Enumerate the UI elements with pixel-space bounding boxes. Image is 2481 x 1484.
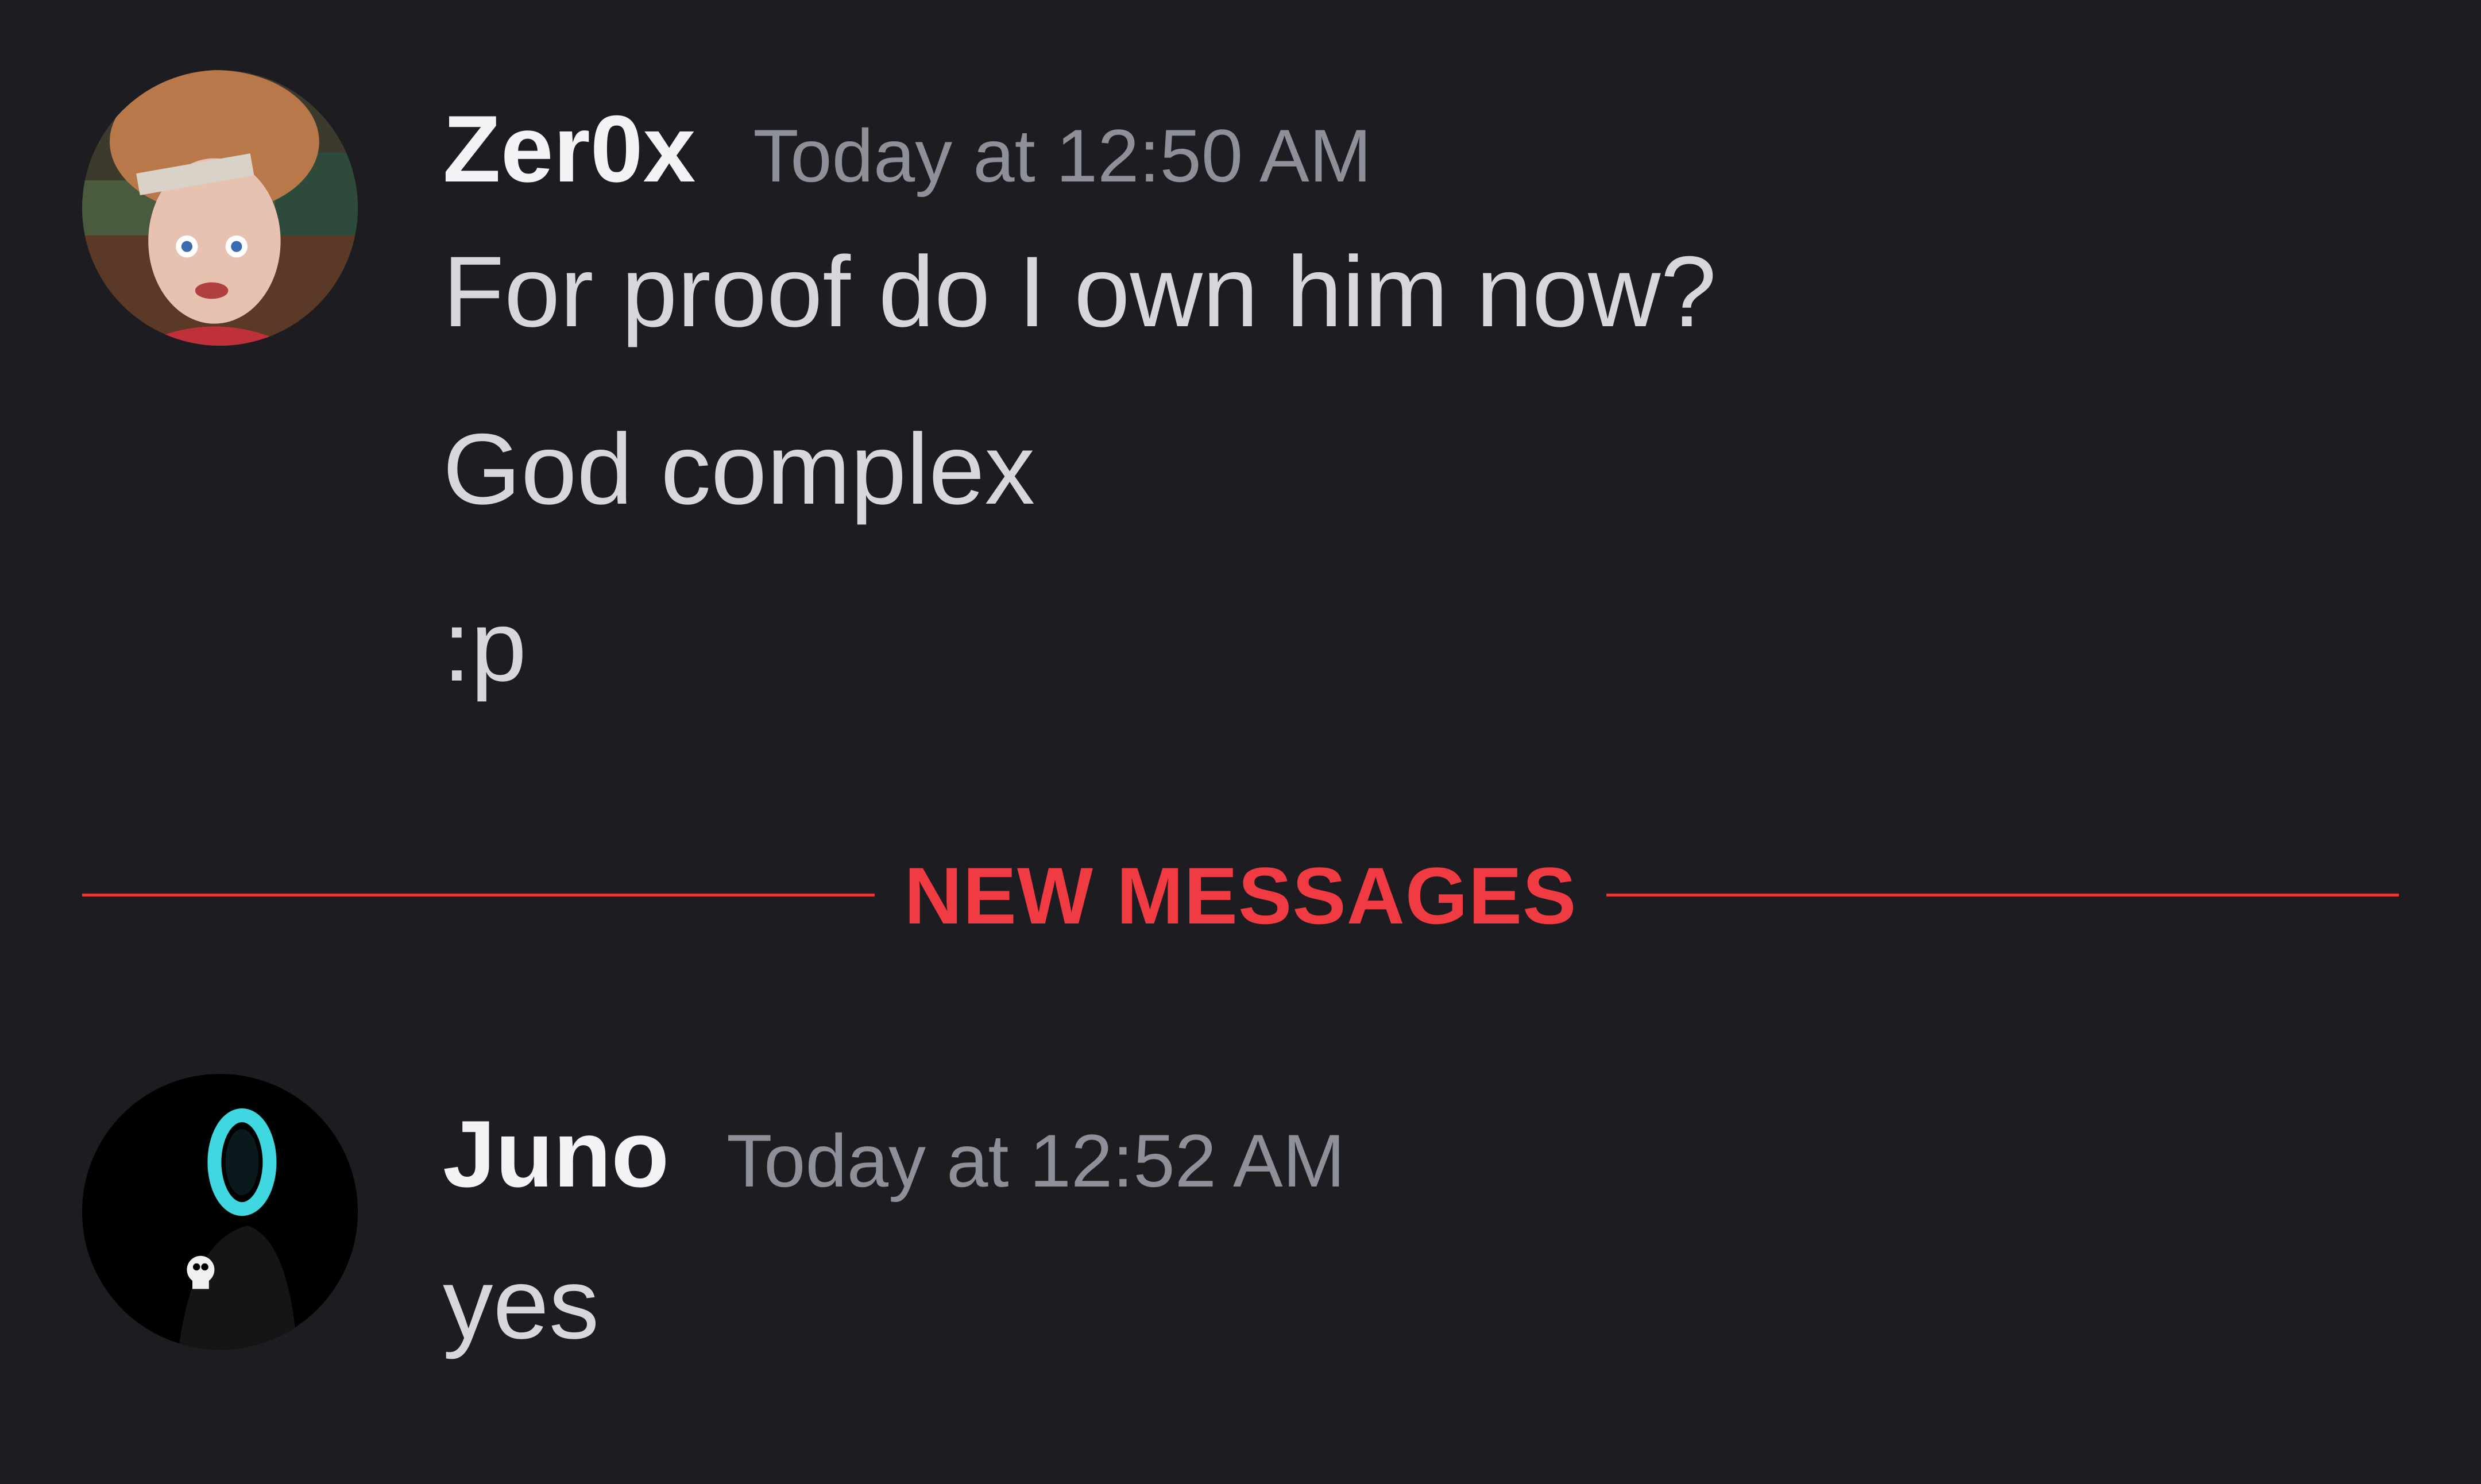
- username[interactable]: Juno: [443, 1100, 669, 1209]
- timestamp: Today at 12:52 AM: [726, 1119, 1345, 1203]
- new-messages-divider: NEW MESSAGES: [82, 844, 2399, 948]
- user-avatar-zer0x[interactable]: [82, 70, 358, 346]
- message-text: For proof do I own him now?: [443, 236, 1717, 348]
- timestamp: Today at 12:50 AM: [753, 114, 1372, 198]
- message-text: :p: [443, 590, 527, 702]
- divider-line-left: [82, 894, 875, 896]
- message-header: Juno Today at 12:52 AM: [443, 1100, 1345, 1209]
- message-header: Zer0x Today at 12:50 AM: [443, 95, 1371, 204]
- new-messages-label: NEW MESSAGES: [904, 851, 1577, 941]
- message-text: yes: [443, 1248, 600, 1360]
- hooded-skull-avatar-icon: [82, 1074, 358, 1350]
- user-avatar-juno[interactable]: [82, 1074, 358, 1350]
- divider-line-right: [1606, 894, 2399, 896]
- message-text: God complex: [443, 413, 1035, 525]
- cartoon-boy-avatar-icon: [82, 70, 358, 346]
- username[interactable]: Zer0x: [443, 95, 695, 204]
